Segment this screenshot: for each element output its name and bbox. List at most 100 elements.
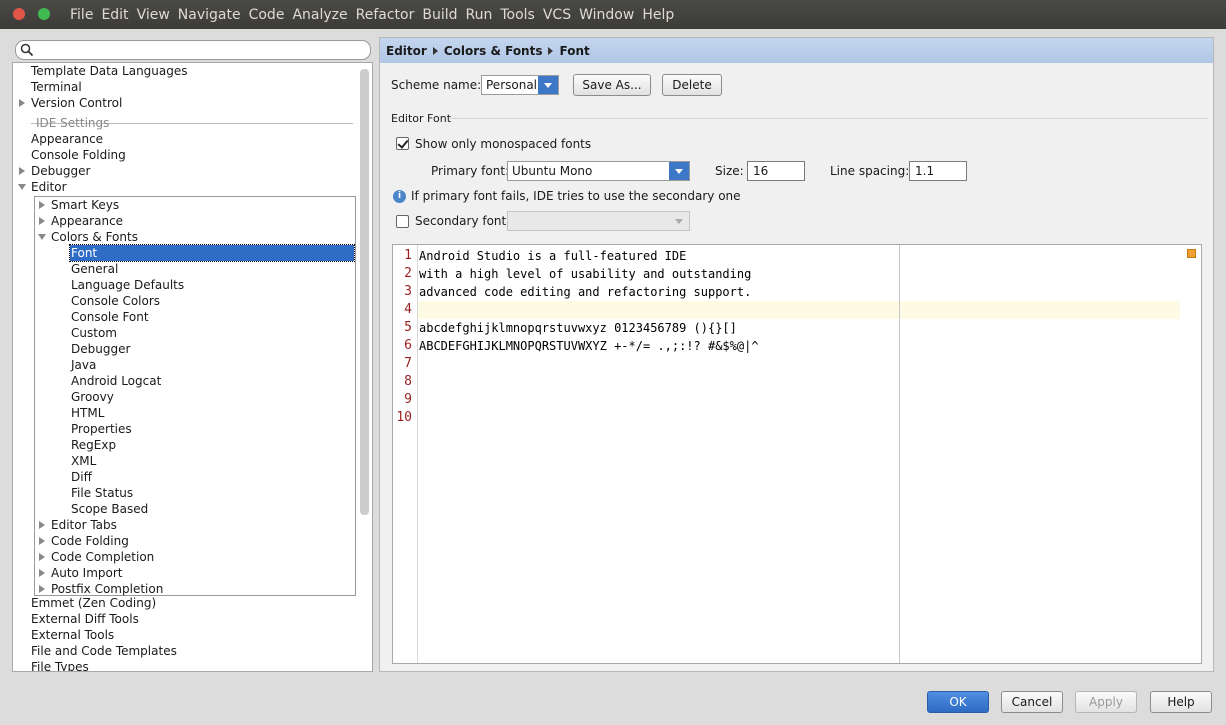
line-number: 10 <box>396 410 412 425</box>
code-line: Android Studio is a full-featured IDE <box>419 249 687 263</box>
menu-refactor[interactable]: Refactor <box>356 7 415 23</box>
code-line: advanced code editing and refactoring su… <box>419 285 752 299</box>
info-text: If primary font fails, IDE tries to use … <box>411 189 741 203</box>
expand-arrow-icon[interactable] <box>39 585 45 593</box>
expand-arrow-icon[interactable] <box>19 99 25 107</box>
show-monospaced-checkbox[interactable] <box>396 137 409 150</box>
tree-item-file-status[interactable]: File Status <box>71 485 133 501</box>
tree-item-custom[interactable]: Custom <box>71 325 117 341</box>
tree-item-console-colors[interactable]: Console Colors <box>71 293 160 309</box>
menu-analyze[interactable]: Analyze <box>292 7 347 23</box>
code-line: ABCDEFGHIJKLMNOPQRSTUVWXYZ +-*/= .,;:!? … <box>419 339 759 353</box>
menu-navigate[interactable]: Navigate <box>178 7 241 23</box>
expand-arrow-icon[interactable] <box>19 167 25 175</box>
settings-search-input[interactable] <box>15 40 371 60</box>
menu-bar: File Edit View Navigate Code Analyze Ref… <box>0 0 1226 29</box>
tree-item-groovy[interactable]: Groovy <box>71 389 114 405</box>
apply-button[interactable]: Apply <box>1075 691 1137 713</box>
tree-item-html[interactable]: HTML <box>71 405 104 421</box>
cancel-button[interactable]: Cancel <box>1001 691 1063 713</box>
editor-font-group-title: Editor Font <box>391 112 452 125</box>
tree-item-editor[interactable]: Editor <box>31 179 67 195</box>
tree-item-smart-keys[interactable]: Smart Keys <box>51 197 119 213</box>
breadcrumb-font: Font <box>559 43 590 58</box>
expand-arrow-icon[interactable] <box>39 569 45 577</box>
tree-item-colors-fonts[interactable]: Colors & Fonts <box>51 229 138 245</box>
breadcrumb-colors-fonts[interactable]: Colors & Fonts <box>444 44 543 58</box>
current-line-highlight <box>418 301 1180 319</box>
editor-subtree: Smart Keys Appearance Colors & Fonts Fon… <box>34 196 356 596</box>
tree-item-console-folding[interactable]: Console Folding <box>31 147 126 163</box>
menu-file[interactable]: File <box>70 7 93 23</box>
tree-item-language-defaults[interactable]: Language Defaults <box>71 277 184 293</box>
tree-item-external-tools[interactable]: External Tools <box>31 627 114 643</box>
tree-item-console-font[interactable]: Console Font <box>71 309 149 325</box>
tree-item-font[interactable]: Font <box>69 244 355 262</box>
warning-marker-icon[interactable] <box>1187 249 1196 258</box>
tree-item-emmet[interactable]: Emmet (Zen Coding) <box>31 595 156 611</box>
tree-item-terminal[interactable]: Terminal <box>31 79 82 95</box>
scheme-select[interactable]: Personal <box>481 75 559 95</box>
tree-item-regexp[interactable]: RegExp <box>71 437 116 453</box>
menu-edit[interactable]: Edit <box>101 7 128 23</box>
ok-button[interactable]: OK <box>927 691 989 713</box>
font-size-input[interactable]: 16 <box>747 161 805 181</box>
menu-code[interactable]: Code <box>249 7 285 23</box>
menu-view[interactable]: View <box>137 7 170 23</box>
save-as-button[interactable]: Save As... <box>573 74 651 96</box>
tree-item-debugger[interactable]: Debugger <box>31 163 90 179</box>
delete-button[interactable]: Delete <box>662 74 722 96</box>
secondary-font-label: Secondary font: <box>415 214 511 228</box>
info-icon: i <box>393 190 406 203</box>
tree-item-debugger-colors[interactable]: Debugger <box>71 341 130 357</box>
menu-build[interactable]: Build <box>422 7 457 23</box>
tree-item-auto-import[interactable]: Auto Import <box>51 565 123 581</box>
tree-item-editor-tabs[interactable]: Editor Tabs <box>51 517 117 533</box>
line-number: 2 <box>404 266 412 281</box>
secondary-font-select[interactable] <box>507 211 690 231</box>
expand-arrow-icon[interactable] <box>39 553 45 561</box>
menu-window[interactable]: Window <box>579 7 634 23</box>
close-window-button[interactable] <box>13 8 25 20</box>
collapse-arrow-icon[interactable] <box>38 234 46 240</box>
tree-item-general[interactable]: General <box>71 261 118 277</box>
collapse-arrow-icon[interactable] <box>18 184 26 190</box>
maximize-window-button[interactable] <box>38 8 50 20</box>
tree-item-file-code-templates[interactable]: File and Code Templates <box>31 643 177 659</box>
line-number: 9 <box>404 392 412 407</box>
expand-arrow-icon[interactable] <box>39 217 45 225</box>
tree-item-editor-appearance[interactable]: Appearance <box>51 213 123 229</box>
line-number: 5 <box>404 320 412 335</box>
expand-arrow-icon[interactable] <box>39 521 45 529</box>
main-menu: File Edit View Navigate Code Analyze Ref… <box>70 0 682 29</box>
tree-item-android-logcat[interactable]: Android Logcat <box>71 373 161 389</box>
menu-tools[interactable]: Tools <box>500 7 535 23</box>
line-spacing-input[interactable]: 1.1 <box>909 161 967 181</box>
tree-item-code-completion[interactable]: Code Completion <box>51 549 154 565</box>
menu-run[interactable]: Run <box>466 7 493 23</box>
tree-item-properties[interactable]: Properties <box>71 421 132 437</box>
help-button[interactable]: Help <box>1150 691 1212 713</box>
expand-arrow-icon[interactable] <box>39 537 45 545</box>
tree-item-file-types[interactable]: File Types <box>31 659 89 671</box>
line-number-gutter: 1 2 3 4 5 6 7 8 9 10 <box>393 245 418 663</box>
tree-item-diff[interactable]: Diff <box>71 469 92 485</box>
tree-item-xml[interactable]: XML <box>71 453 96 469</box>
tree-item-java[interactable]: Java <box>71 357 96 373</box>
tree-item-template-data-languages[interactable]: Template Data Languages <box>31 63 188 79</box>
tree-item-external-diff-tools[interactable]: External Diff Tools <box>31 611 139 627</box>
tree-scrollbar[interactable] <box>360 69 369 515</box>
tree-item-appearance[interactable]: Appearance <box>31 131 103 147</box>
expand-arrow-icon[interactable] <box>39 201 45 209</box>
tree-item-version-control[interactable]: Version Control <box>31 95 122 111</box>
group-divider <box>450 118 1208 119</box>
font-preview-editor[interactable]: 1 2 3 4 5 6 7 8 9 10 Android Studio is a… <box>392 244 1202 664</box>
line-number: 1 <box>404 248 412 263</box>
menu-vcs[interactable]: VCS <box>543 7 571 23</box>
tree-item-scope-based[interactable]: Scope Based <box>71 501 148 517</box>
breadcrumb-editor[interactable]: Editor <box>386 44 427 58</box>
tree-item-code-folding[interactable]: Code Folding <box>51 533 129 549</box>
secondary-font-checkbox[interactable] <box>396 215 409 228</box>
menu-help[interactable]: Help <box>642 7 674 23</box>
primary-font-select[interactable]: Ubuntu Mono <box>507 161 690 181</box>
